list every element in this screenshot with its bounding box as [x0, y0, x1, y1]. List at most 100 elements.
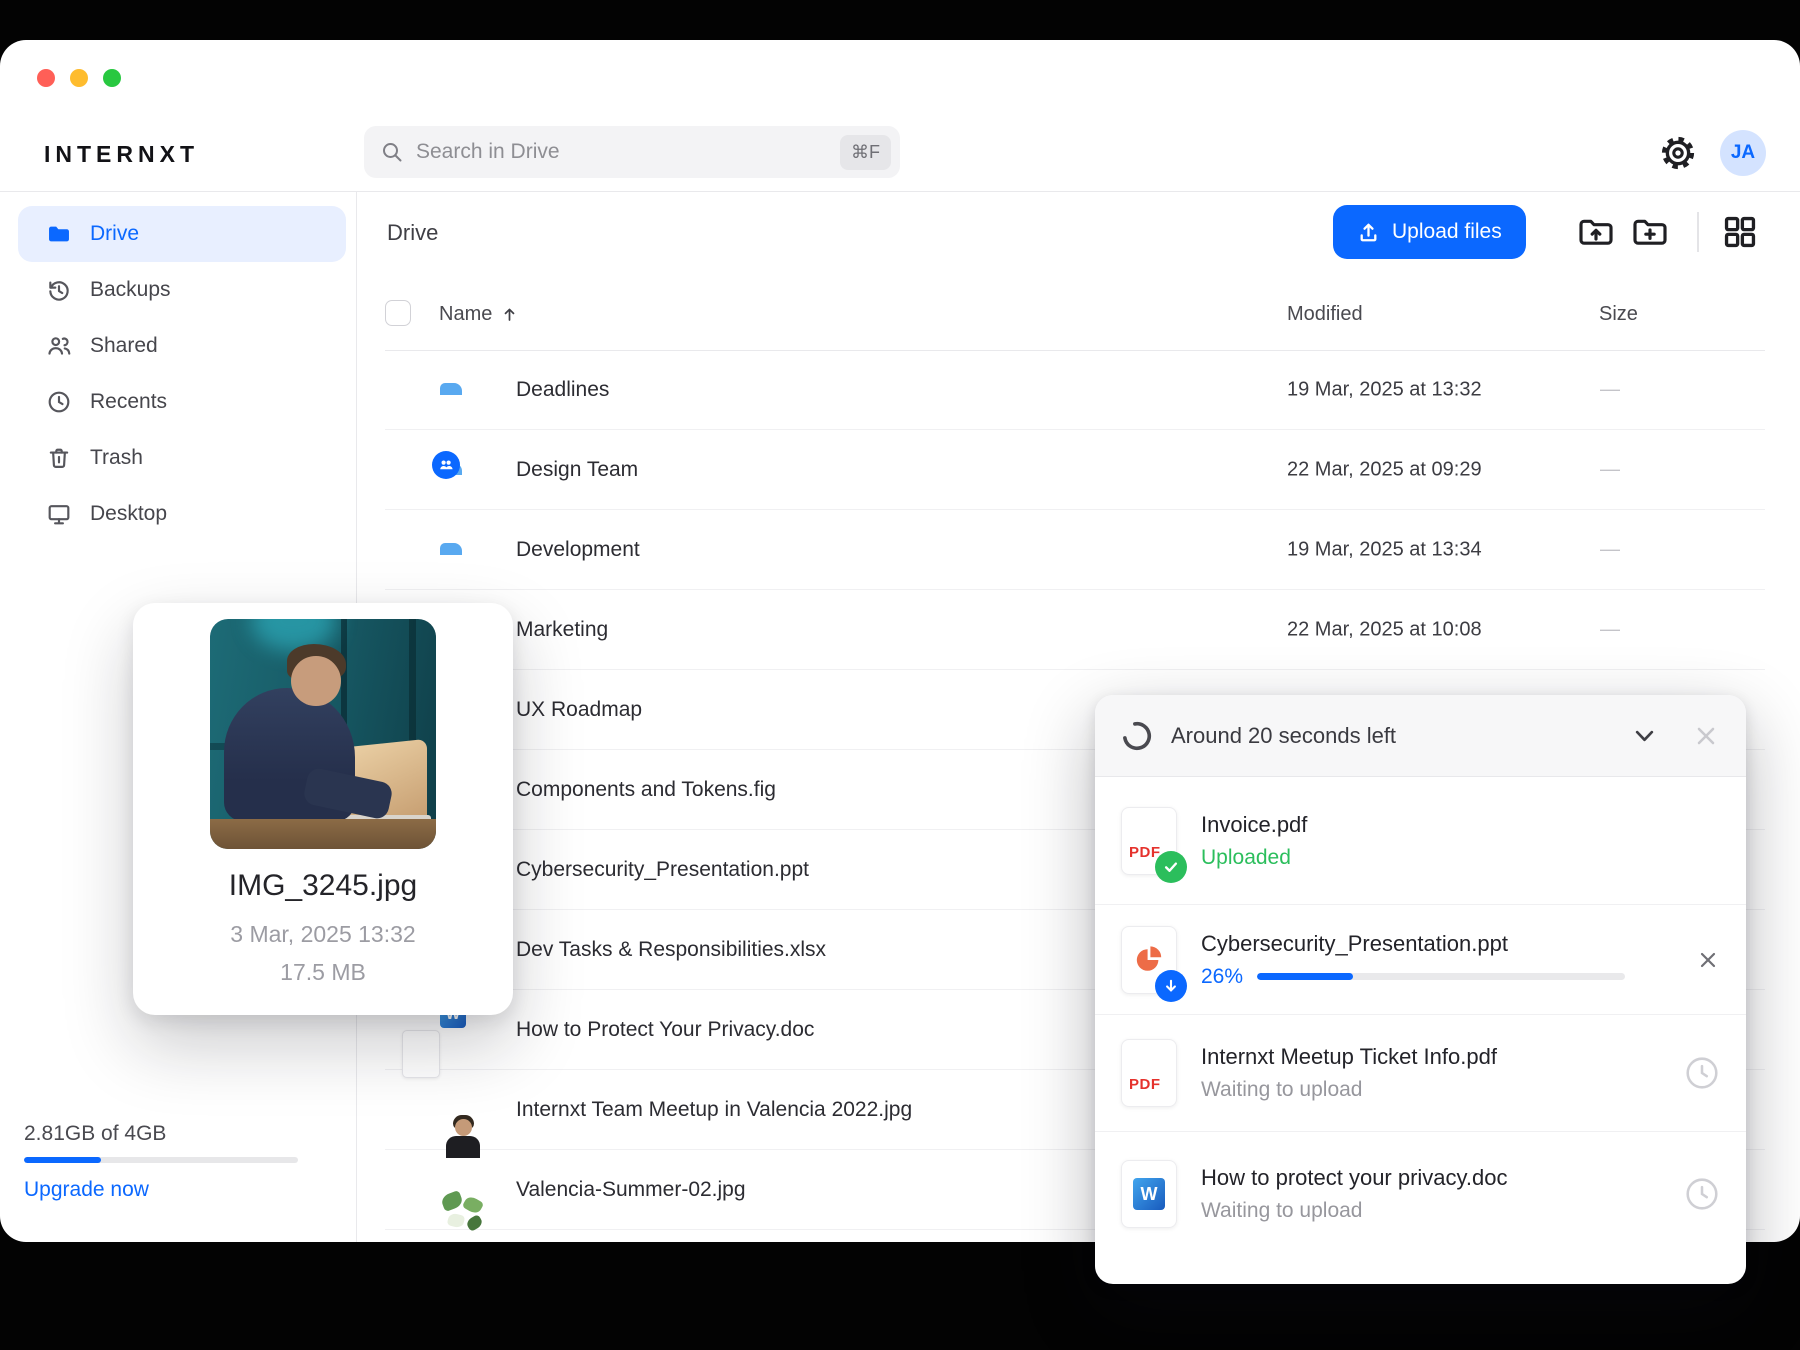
page-title: Drive	[387, 220, 438, 246]
preview-date: 3 Mar, 2025 13:32	[133, 921, 513, 948]
ppt-file-icon	[1121, 926, 1177, 994]
grid-view-button[interactable]	[1718, 210, 1762, 254]
toolbar-divider	[1697, 212, 1699, 252]
search-icon	[380, 140, 404, 164]
upgrade-link[interactable]: Upgrade now	[24, 1178, 298, 1202]
file-modified: 19 Mar, 2025 at 13:34	[1287, 538, 1482, 561]
pdf-file-icon: PDF	[1121, 1039, 1177, 1107]
upload-item-status: Uploaded	[1201, 846, 1307, 870]
history-icon	[46, 277, 72, 303]
trash-icon	[46, 445, 72, 471]
sidebar: Drive Backups Shared	[18, 206, 346, 542]
file-modified: 19 Mar, 2025 at 13:32	[1287, 378, 1482, 401]
uploading-download-badge	[1155, 970, 1187, 1002]
file-name: How to Protect Your Privacy.doc	[516, 1018, 814, 1042]
upload-progressbar	[1257, 973, 1625, 980]
monitor-icon	[46, 501, 72, 527]
sidebar-item-label: Trash	[90, 446, 143, 470]
column-name-label: Name	[439, 303, 492, 326]
internxt-logo: INTERNXT	[44, 141, 199, 168]
sidebar-item-desktop[interactable]: Desktop	[18, 486, 346, 542]
table-header: Name Modified Size	[385, 283, 1765, 351]
file-name: Design Team	[516, 458, 638, 482]
upload-panel-header: Around 20 seconds left	[1095, 695, 1746, 777]
settings-button[interactable]	[1656, 131, 1700, 175]
word-doc-icon: W	[1121, 1160, 1177, 1228]
upload-button-label: Upload files	[1392, 220, 1502, 244]
upload-item: PDF Internxt Meetup Ticket Info.pdf Wait…	[1095, 1015, 1746, 1132]
table-row[interactable]: Deadlines 19 Mar, 2025 at 13:32 —	[385, 350, 1765, 430]
table-row[interactable]: Marketing 22 Mar, 2025 at 10:08 —	[385, 590, 1765, 670]
sort-ascending-icon	[500, 305, 519, 324]
upload-item-name: How to protect your privacy.doc	[1201, 1165, 1508, 1191]
close-panel-button[interactable]	[1692, 722, 1720, 750]
sidebar-item-drive[interactable]: Drive	[18, 206, 346, 262]
header-divider	[0, 191, 1800, 192]
column-header-size: Size	[1599, 303, 1638, 326]
sidebar-item-label: Recents	[90, 390, 167, 414]
file-name: Deadlines	[516, 378, 609, 402]
file-name: Components and Tokens.fig	[516, 778, 776, 802]
avatar[interactable]: JA	[1720, 130, 1766, 176]
new-folder-button[interactable]	[1628, 210, 1672, 254]
file-name: UX Roadmap	[516, 698, 642, 722]
waiting-clock-icon	[1684, 1055, 1720, 1091]
upload-item-name: Cybersecurity_Presentation.ppt	[1201, 931, 1625, 957]
sidebar-item-label: Drive	[90, 222, 139, 246]
sidebar-item-label: Shared	[90, 334, 158, 358]
file-name: Development	[516, 538, 640, 562]
upload-eta-label: Around 20 seconds left	[1171, 723, 1396, 749]
preview-size: 17.5 MB	[133, 959, 513, 986]
cancel-upload-button[interactable]	[1696, 948, 1720, 972]
waiting-clock-icon	[1684, 1176, 1720, 1212]
pdf-file-icon: PDF	[1121, 807, 1177, 875]
screenshot-stage: INTERNXT ⌘F JA	[0, 0, 1800, 1350]
shared-users-badge	[432, 451, 460, 479]
storage-meter: 2.81GB of 4GB Upgrade now	[24, 1122, 298, 1202]
minimize-button[interactable]	[70, 69, 88, 87]
column-header-name[interactable]: Name	[439, 303, 519, 326]
sidebar-item-trash[interactable]: Trash	[18, 430, 346, 486]
sidebar-item-backups[interactable]: Backups	[18, 262, 346, 318]
upload-percent-label: 26%	[1201, 965, 1243, 989]
search-shortcut-hint: ⌘F	[840, 135, 891, 170]
file-name: Cybersecurity_Presentation.ppt	[516, 858, 809, 882]
table-row[interactable]: Design Team 22 Mar, 2025 at 09:29 —	[385, 430, 1765, 510]
upload-item-status: Waiting to upload	[1201, 1078, 1497, 1102]
folder-upload-icon	[1576, 212, 1616, 252]
collapse-panel-button[interactable]	[1631, 722, 1658, 749]
upload-item-status: Waiting to upload	[1201, 1199, 1508, 1223]
file-name: Marketing	[516, 618, 608, 642]
close-button[interactable]	[37, 69, 55, 87]
upload-folder-button[interactable]	[1574, 210, 1618, 254]
file-preview-card: IMG_3245.jpg 3 Mar, 2025 13:32 17.5 MB	[133, 603, 513, 1015]
sidebar-item-recents[interactable]: Recents	[18, 374, 346, 430]
folder-plus-icon	[1630, 212, 1670, 252]
zoom-button[interactable]	[103, 69, 121, 87]
folder-icon	[46, 221, 72, 247]
upload-item: PDF Invoice.pdf Uploaded	[1095, 777, 1746, 905]
file-size: —	[1600, 618, 1620, 641]
sidebar-item-shared[interactable]: Shared	[18, 318, 346, 374]
table-row[interactable]: Development 19 Mar, 2025 at 13:34 —	[385, 510, 1765, 590]
grid-view-icon	[1721, 213, 1759, 251]
search-bar[interactable]: ⌘F	[364, 126, 900, 178]
storage-progressbar	[24, 1157, 298, 1163]
file-name: Internxt Team Meetup in Valencia 2022.jp…	[516, 1098, 912, 1122]
select-all-checkbox[interactable]	[385, 300, 411, 326]
upload-item-name: Invoice.pdf	[1201, 812, 1307, 838]
file-size: —	[1600, 378, 1620, 401]
file-size: —	[1600, 538, 1620, 561]
preview-photo	[210, 619, 436, 849]
file-size: —	[1600, 458, 1620, 481]
sidebar-item-label: Backups	[90, 278, 171, 302]
file-name: Valencia-Summer-02.jpg	[516, 1178, 746, 1202]
upload-progress-panel: Around 20 seconds left PDF Invoice.pdf U…	[1095, 695, 1746, 1284]
file-name: Dev Tasks & Responsibilities.xlsx	[516, 938, 826, 962]
file-modified: 22 Mar, 2025 at 10:08	[1287, 618, 1482, 641]
upload-files-button[interactable]: Upload files	[1333, 205, 1526, 259]
storage-usage-label: 2.81GB of 4GB	[24, 1122, 298, 1146]
upload-item-name: Internxt Meetup Ticket Info.pdf	[1201, 1044, 1497, 1070]
search-input[interactable]	[414, 139, 840, 165]
upload-item: W How to protect your privacy.doc Waitin…	[1095, 1132, 1746, 1256]
